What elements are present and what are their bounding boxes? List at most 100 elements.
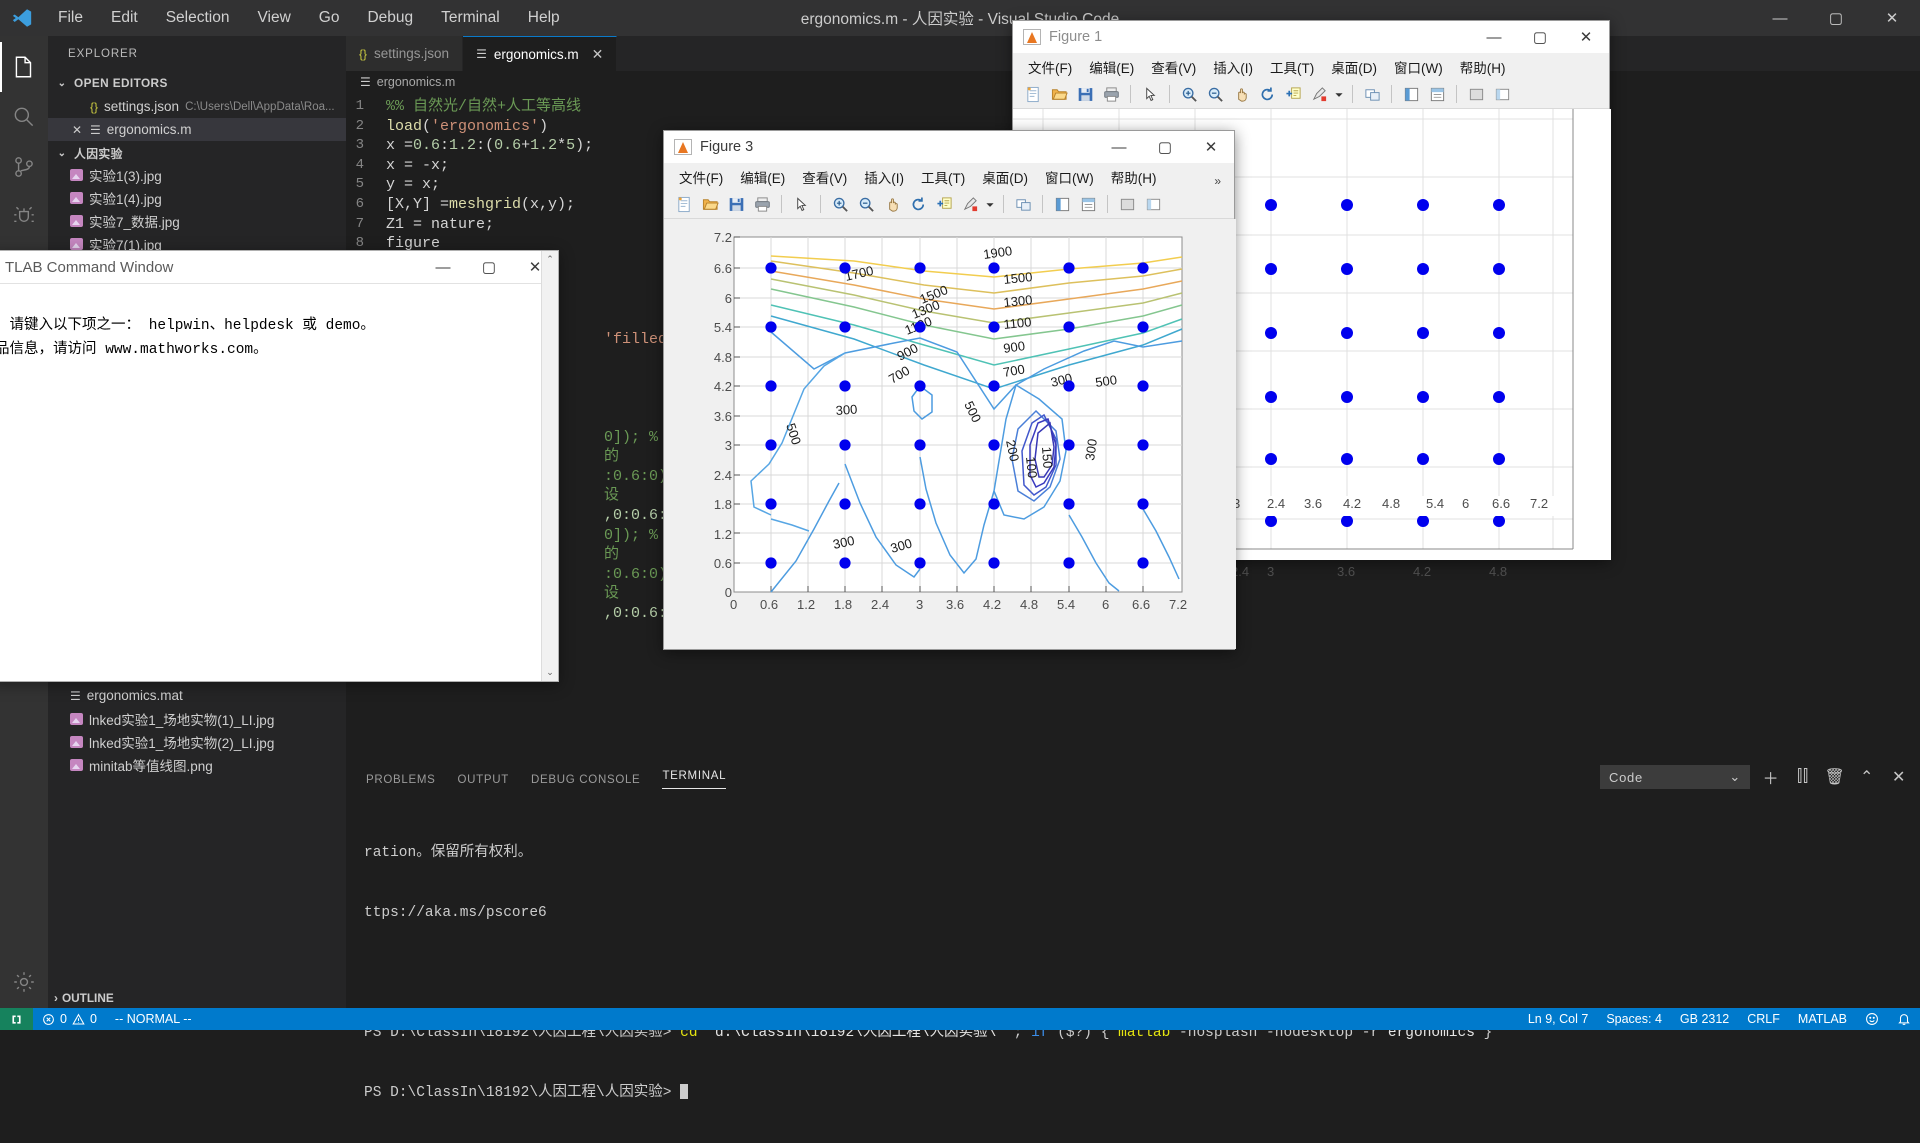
rotate-3d-icon[interactable]	[906, 192, 930, 216]
close-button[interactable]: ✕	[1864, 0, 1920, 36]
pan-icon[interactable]	[880, 192, 904, 216]
tab-settings-json[interactable]: {} settings.json	[346, 36, 463, 71]
section-folder[interactable]: ⌄ 人因实验	[48, 141, 346, 165]
figure3-menu-tools[interactable]: 工具(T)	[914, 164, 972, 190]
window-controls[interactable]: — ▢ ✕	[1752, 0, 1920, 36]
menubar[interactable]: File Edit Selection View Go Debug Termin…	[44, 5, 574, 31]
maximize-button[interactable]: ▢	[466, 251, 512, 283]
file-item[interactable]: minitab等值线图.png	[48, 753, 346, 776]
status-language-mode[interactable]: MATLAB	[1789, 1008, 1856, 1030]
plot-browser-icon[interactable]	[1425, 82, 1449, 106]
new-figure-icon[interactable]	[1021, 82, 1045, 106]
file-item[interactable]: 实验1(4).jpg	[48, 186, 346, 209]
command-window-scrollbar[interactable]: ⌃ ⌄	[541, 251, 558, 681]
maximize-button[interactable]: ▢	[1142, 131, 1188, 163]
tab-problems[interactable]: PROBLEMS	[366, 774, 436, 786]
command-window-output[interactable]: ，请键入以下项之一： helpwin、helpdesk 或 demo。 品信息，…	[0, 284, 558, 362]
figure1-menu-window[interactable]: 窗口(W)	[1387, 54, 1450, 80]
maximize-panel-button[interactable]: ⌃	[1856, 767, 1878, 787]
activity-run-debug[interactable]	[0, 192, 48, 242]
figure1-menu-insert[interactable]: 插入(I)	[1206, 54, 1260, 80]
zoom-in-icon[interactable]	[828, 192, 852, 216]
link-plot-icon[interactable]	[1360, 82, 1384, 106]
new-terminal-button[interactable]: ＋	[1760, 765, 1782, 789]
open-editor-settings-json[interactable]: {} settings.json C:\Users\Dell\AppData\R…	[48, 95, 346, 118]
status-eol[interactable]: CRLF	[1738, 1008, 1789, 1030]
zoom-out-icon[interactable]	[1203, 82, 1227, 106]
menu-go[interactable]: Go	[305, 5, 354, 31]
status-feedback[interactable]	[1856, 1008, 1888, 1030]
pointer-icon[interactable]	[789, 192, 813, 216]
menu-edit[interactable]: Edit	[97, 5, 152, 31]
show-plot-tools-icon[interactable]	[1490, 82, 1514, 106]
plot-browser-icon[interactable]	[1076, 192, 1100, 216]
command-window-controls[interactable]: — ▢ ✕	[420, 251, 558, 283]
figure1-window-controls[interactable]: — ▢ ✕	[1471, 21, 1609, 53]
scroll-down-icon[interactable]: ⌄	[542, 664, 558, 681]
menu-selection[interactable]: Selection	[152, 5, 244, 31]
figure1-menu-edit[interactable]: 编辑(E)	[1082, 54, 1141, 80]
save-figure-icon[interactable]	[724, 192, 748, 216]
new-figure-icon[interactable]	[672, 192, 696, 216]
menu-overflow-icon[interactable]: »	[1207, 171, 1228, 191]
tab-ergonomics-m[interactable]: ☰ ergonomics.m ✕	[463, 36, 617, 71]
data-cursor-icon[interactable]	[1281, 82, 1305, 106]
menu-terminal[interactable]: Terminal	[427, 5, 514, 31]
brush-icon[interactable]	[1307, 82, 1331, 106]
figure3-plot-canvas[interactable]: 1700 1900 1500 1500 1300 1300 1100 1100 …	[664, 219, 1234, 649]
figure-palette-icon[interactable]	[1399, 82, 1423, 106]
figure3-menubar[interactable]: 文件(F) 编辑(E) 查看(V) 插入(I) 工具(T) 桌面(D) 窗口(W…	[664, 163, 1234, 190]
tab-debug-console[interactable]: DEBUG CONSOLE	[531, 774, 640, 786]
file-item[interactable]: 实验7_数据.jpg	[48, 209, 346, 232]
file-item[interactable]: lnked实验1_场地实物(2)_LI.jpg	[48, 730, 346, 753]
tab-output[interactable]: OUTPUT	[458, 774, 509, 786]
status-cursor-position[interactable]: Ln 9, Col 7	[1519, 1008, 1597, 1030]
minimize-button[interactable]: —	[1096, 131, 1142, 163]
zoom-out-icon[interactable]	[854, 192, 878, 216]
menu-debug[interactable]: Debug	[353, 5, 427, 31]
status-indentation[interactable]: Spaces: 4	[1597, 1008, 1671, 1030]
figure3-menu-desktop[interactable]: 桌面(D)	[975, 164, 1035, 190]
figure1-menu-desktop[interactable]: 桌面(D)	[1324, 54, 1384, 80]
minimize-button[interactable]: —	[1471, 21, 1517, 53]
section-open-editors[interactable]: ⌄ OPEN EDITORS	[48, 71, 346, 95]
activity-settings[interactable]	[0, 960, 48, 1010]
close-icon[interactable]: ✕	[70, 123, 84, 137]
figure3-menu-edit[interactable]: 编辑(E)	[733, 164, 792, 190]
minimize-button[interactable]: —	[1752, 0, 1808, 36]
menu-view[interactable]: View	[243, 5, 304, 31]
matlab-command-window[interactable]: TLAB Command Window — ▢ ✕ ，请键入以下项之一： hel…	[0, 250, 559, 682]
open-file-icon[interactable]	[1047, 82, 1071, 106]
save-figure-icon[interactable]	[1073, 82, 1097, 106]
activity-search[interactable]	[0, 92, 48, 142]
activity-explorer[interactable]	[0, 42, 48, 92]
figure3-toolbar[interactable]	[664, 190, 1234, 219]
hide-plot-tools-icon[interactable]	[1115, 192, 1139, 216]
data-cursor-icon[interactable]	[932, 192, 956, 216]
status-problems[interactable]: 0 0	[33, 1008, 106, 1030]
scroll-up-icon[interactable]: ⌃	[542, 251, 558, 268]
tab-terminal[interactable]: TERMINAL	[662, 770, 726, 789]
chevron-down-icon[interactable]	[1333, 82, 1345, 106]
terminal-selector[interactable]: Code ⌄	[1600, 765, 1750, 789]
rotate-3d-icon[interactable]	[1255, 82, 1279, 106]
zoom-in-icon[interactable]	[1177, 82, 1201, 106]
figure3-menu-window[interactable]: 窗口(W)	[1038, 164, 1101, 190]
matlab-figure-3-window[interactable]: Figure 3 — ▢ ✕ 文件(F) 编辑(E) 查看(V) 插入(I) 工…	[663, 130, 1235, 650]
status-notifications[interactable]	[1888, 1008, 1920, 1030]
figure1-menu-file[interactable]: 文件(F)	[1021, 54, 1079, 80]
figure3-menu-view[interactable]: 查看(V)	[795, 164, 854, 190]
show-plot-tools-icon[interactable]	[1141, 192, 1165, 216]
section-outline[interactable]: › OUTLINE	[48, 986, 346, 1010]
split-terminal-button[interactable]: ⫿⫿	[1792, 768, 1814, 786]
kill-terminal-button[interactable]: 🗑	[1824, 767, 1846, 787]
close-button[interactable]: ✕	[1563, 21, 1609, 53]
pan-icon[interactable]	[1229, 82, 1253, 106]
figure3-menu-file[interactable]: 文件(F)	[672, 164, 730, 190]
close-button[interactable]: ✕	[1188, 131, 1234, 163]
print-figure-icon[interactable]	[1099, 82, 1123, 106]
print-figure-icon[interactable]	[750, 192, 774, 216]
close-icon[interactable]: ✕	[592, 46, 604, 63]
figure1-menu-tools[interactable]: 工具(T)	[1263, 54, 1321, 80]
maximize-button[interactable]: ▢	[1808, 0, 1864, 36]
